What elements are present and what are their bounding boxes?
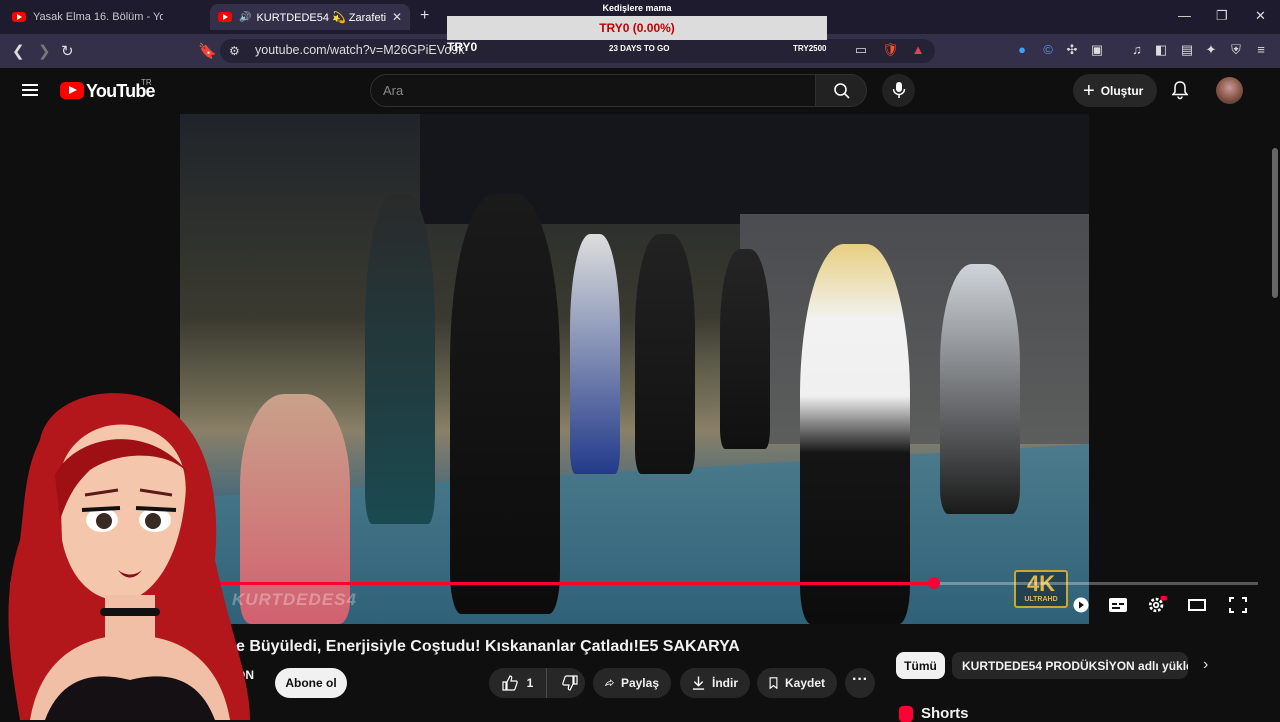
video-player[interactable] bbox=[180, 114, 1089, 624]
goal-progress-bar: TRY0 (0.00%) bbox=[447, 16, 827, 40]
dancer-leather-jacket bbox=[720, 249, 770, 449]
goal-days-left: 23 DAYS TO GO bbox=[609, 44, 670, 53]
save-button[interactable]: Kaydet bbox=[757, 668, 837, 698]
like-count: 1 bbox=[526, 676, 534, 690]
goal-current: TRY0 bbox=[447, 40, 478, 54]
leo-ai-icon[interactable]: ✦ bbox=[1203, 42, 1219, 58]
save-label: Kaydet bbox=[784, 676, 825, 690]
streamer-avatar-illustration bbox=[8, 393, 250, 720]
create-label: Oluştur bbox=[1100, 83, 1144, 98]
region-code: TR bbox=[141, 78, 152, 87]
tab-kurtdede54[interactable]: 🔊 KURTDEDE54 💫 Zarafetiyle B ✕ bbox=[210, 4, 410, 30]
youtube-favicon-icon bbox=[12, 12, 26, 22]
dancer-black-dress bbox=[450, 194, 560, 614]
settings-gear-icon[interactable] bbox=[1147, 596, 1167, 614]
4k-ultrahd-badge: 4K ULTRAHD bbox=[1014, 570, 1068, 608]
goal-target: TRY2500 bbox=[793, 44, 827, 53]
shorts-logo-icon bbox=[899, 705, 913, 722]
dancer-black-outfit bbox=[635, 234, 695, 474]
video-wall bbox=[740, 214, 1089, 444]
download-icon bbox=[692, 676, 705, 690]
chevron-right-icon[interactable]: › bbox=[1203, 656, 1208, 674]
url-text[interactable]: youtube.com/watch?v=M26GPiEVo9k bbox=[255, 43, 465, 57]
voice-search-button[interactable] bbox=[882, 74, 915, 107]
search-icon bbox=[834, 83, 850, 99]
minimize-icon[interactable]: — bbox=[1178, 8, 1191, 23]
menu-icon[interactable]: ≡ bbox=[1253, 42, 1269, 58]
dancer-white-top bbox=[570, 234, 620, 474]
page-scrollbar[interactable] bbox=[1270, 68, 1280, 720]
fullscreen-icon[interactable] bbox=[1228, 596, 1248, 614]
shorts-shelf-header: Shorts bbox=[899, 705, 969, 722]
goal-title: Kedişlere mama bbox=[447, 0, 827, 16]
search-box bbox=[370, 74, 816, 107]
chip-all[interactable]: Tümü bbox=[896, 652, 945, 679]
theater-mode-icon[interactable] bbox=[1187, 596, 1207, 614]
channel-watermark: KURTDEDES4 bbox=[232, 590, 357, 609]
progress-scrubber-knob[interactable] bbox=[927, 577, 940, 589]
wallet-icon[interactable]: ▤ bbox=[1179, 42, 1195, 58]
microphone-icon bbox=[892, 82, 906, 98]
cast-icon[interactable]: ▭ bbox=[853, 42, 869, 58]
site-settings-icon[interactable]: ⚙ bbox=[229, 44, 240, 58]
tab-title: Yasak Elma 16. Bölüm - YouTube bbox=[33, 11, 163, 23]
scrollbar-thumb[interactable] bbox=[1272, 148, 1278, 298]
like-button[interactable]: 1 bbox=[489, 668, 547, 698]
speaker-icon[interactable]: 🔊 bbox=[239, 12, 251, 23]
create-button[interactable]: + Oluştur bbox=[1073, 74, 1157, 107]
screenshot-icon[interactable]: ▣ bbox=[1089, 42, 1105, 58]
tab-yasak-elma[interactable]: Yasak Elma 16. Bölüm - YouTube bbox=[4, 4, 204, 30]
tab-title: KURTDEDE54 💫 Zarafetiyle B bbox=[256, 11, 387, 24]
search-button[interactable] bbox=[815, 74, 867, 107]
extensions-puzzle-icon[interactable]: ✣ bbox=[1064, 42, 1080, 58]
subscribe-button[interactable]: Abone ol bbox=[275, 668, 347, 698]
back-icon[interactable]: ❮ bbox=[12, 42, 25, 60]
close-tab-icon[interactable]: ✕ bbox=[392, 10, 402, 24]
download-button[interactable]: İndir bbox=[680, 668, 750, 698]
guide-menu-icon[interactable] bbox=[22, 84, 38, 96]
bookmark-icon[interactable]: 🔖 bbox=[198, 42, 217, 60]
vpn-icon[interactable]: ⛨ bbox=[1228, 42, 1244, 58]
like-dislike-group: 1 bbox=[489, 668, 585, 698]
shorts-label: Shorts bbox=[921, 705, 969, 722]
dancer-blonde bbox=[800, 244, 910, 624]
media-icon[interactable]: ♫ bbox=[1129, 42, 1145, 58]
reload-icon[interactable]: ↻ bbox=[61, 42, 74, 60]
share-icon bbox=[605, 679, 614, 687]
new-tab-button[interactable]: + bbox=[420, 7, 429, 25]
thumbs-down-icon bbox=[561, 675, 578, 691]
video-title: e Büyüledi, Enerjisiyle Coştudu! Kıskana… bbox=[236, 638, 740, 655]
notifications-bell-icon[interactable] bbox=[1170, 80, 1190, 100]
close-window-icon[interactable]: ✕ bbox=[1255, 8, 1266, 24]
rewards-icon[interactable]: ▲ bbox=[910, 42, 926, 58]
chip-channel-uploads[interactable]: KURTDEDE54 PRODÜKSİYON adlı yükleyici bbox=[952, 652, 1188, 679]
more-actions-button[interactable]: ··· bbox=[845, 668, 875, 698]
share-label: Paylaş bbox=[620, 676, 659, 690]
extension-c-icon[interactable]: © bbox=[1040, 42, 1056, 58]
donation-goal-overlay: Kedişlere mama TRY0 (0.00%) TRY0 23 DAYS… bbox=[447, 0, 827, 60]
dislike-button[interactable] bbox=[554, 675, 585, 691]
account-avatar[interactable] bbox=[1216, 77, 1243, 104]
download-label: İndir bbox=[712, 676, 738, 690]
subtitles-icon[interactable] bbox=[1108, 596, 1128, 614]
save-bookmark-icon bbox=[769, 677, 778, 690]
dancer-right bbox=[940, 264, 1020, 514]
youtube-favicon-icon bbox=[218, 12, 232, 22]
search-input[interactable] bbox=[383, 83, 783, 98]
autoplay-toggle-icon[interactable] bbox=[1071, 596, 1091, 614]
forward-icon[interactable]: ❯ bbox=[38, 42, 51, 60]
extension-blue-icon[interactable]: ● bbox=[1014, 42, 1030, 58]
plus-icon: + bbox=[1083, 79, 1095, 102]
badge-ultrahd-text: ULTRAHD bbox=[1024, 596, 1058, 603]
thumbs-up-icon bbox=[502, 675, 518, 691]
restore-icon[interactable]: ❐ bbox=[1216, 8, 1228, 24]
share-button[interactable]: Paylaş bbox=[593, 668, 671, 698]
brave-shield-icon[interactable]: 🛡 bbox=[882, 42, 899, 58]
sidebar-icon[interactable]: ◧ bbox=[1153, 42, 1169, 58]
dancer-teal-dress bbox=[365, 194, 435, 524]
youtube-logo-icon[interactable] bbox=[60, 82, 84, 99]
